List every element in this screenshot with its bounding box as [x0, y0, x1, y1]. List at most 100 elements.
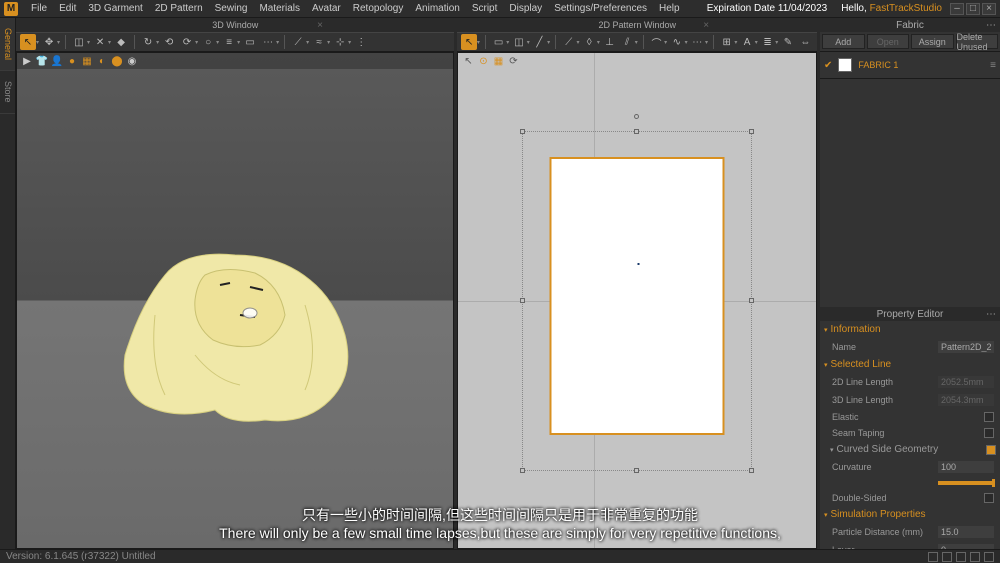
left-tabs: General Store — [0, 18, 16, 549]
tool-steam[interactable]: ≈ — [311, 34, 327, 50]
menu-animation[interactable]: Animation — [410, 1, 464, 16]
tool-tack[interactable]: ⟳ — [179, 34, 195, 50]
tool-arrange[interactable]: ↻ — [140, 34, 156, 50]
vp-bulb-icon[interactable]: ◐ — [96, 55, 108, 67]
checkbox-elastic[interactable] — [984, 412, 994, 422]
vp2d-magnet-icon[interactable]: ⊙ — [477, 55, 489, 67]
tool-measure[interactable]: ⟋ — [290, 34, 306, 50]
vp-avatar-icon[interactable]: 👕 — [36, 55, 48, 67]
status-layout-icons[interactable] — [928, 552, 994, 562]
tool-2d-topstitch[interactable]: ⋯ — [690, 34, 705, 50]
vp-reset-icon[interactable]: ● — [66, 55, 78, 67]
section-simulation[interactable]: ▾Simulation Properties — [820, 506, 1000, 523]
property-editor: ▾Information Name ▾Selected Line 2D Line… — [820, 321, 1000, 549]
tool-2d-annotate[interactable]: ✎ — [780, 34, 795, 50]
close-button[interactable]: × — [982, 3, 996, 15]
menu-2d-pattern[interactable]: 2D Pattern — [150, 1, 208, 16]
layout-icon-5[interactable] — [984, 552, 994, 562]
section-selected-line[interactable]: ▾Selected Line — [820, 356, 1000, 373]
fabric-panel-menu-icon[interactable]: ⋯ — [986, 20, 996, 31]
menu-avatar[interactable]: Avatar — [307, 1, 346, 16]
tool-fold[interactable]: ⟲ — [161, 34, 177, 50]
menu-3d-garment[interactable]: 3D Garment — [83, 1, 147, 16]
slider-curvature[interactable] — [938, 481, 994, 485]
menu-file[interactable]: File — [26, 1, 52, 16]
vp-planet-icon[interactable]: ◉ — [126, 55, 138, 67]
maximize-button[interactable]: □ — [966, 3, 980, 15]
vp-fabric-icon[interactable]: ▦ — [81, 55, 93, 67]
tool-2d-text[interactable]: A — [739, 34, 754, 50]
tool-select-move[interactable]: ↖ — [20, 34, 36, 50]
checkbox-seam-taping[interactable] — [984, 428, 994, 438]
label-2d-line: 2D Line Length — [826, 377, 938, 387]
left-tab-general[interactable]: General — [0, 18, 15, 71]
tool-2d-trace[interactable]: ⟋ — [561, 34, 576, 50]
vp-play-icon[interactable]: ▶ — [21, 55, 33, 67]
viewport-2d[interactable]: ↖ ⊙ ▦ ⟳ ✦ — [457, 52, 817, 549]
input-curvature[interactable] — [938, 461, 994, 473]
fabric-item-menu-icon[interactable]: ≡ — [990, 60, 996, 71]
fabric-open-button[interactable]: Open — [867, 34, 910, 49]
section-information[interactable]: ▾Information — [820, 321, 1000, 338]
tool-2d-select[interactable]: ↖ — [461, 34, 476, 50]
tool-2d-line[interactable]: ╱ — [532, 34, 547, 50]
menu-edit[interactable]: Edit — [54, 1, 81, 16]
tool-2d-shape[interactable]: ◫ — [511, 34, 526, 50]
tool-pin[interactable]: ◆ — [113, 34, 129, 50]
tool-2d-align[interactable]: ⊞ — [719, 34, 734, 50]
layout-icon-4[interactable] — [970, 552, 980, 562]
tool-2d-freesew[interactable]: ∿ — [669, 34, 684, 50]
tool-topstitch[interactable]: ⋯ — [260, 34, 276, 50]
menu-display[interactable]: Display — [504, 1, 547, 16]
menu-settings[interactable]: Settings/Preferences — [549, 1, 652, 16]
tool-2d-rect[interactable]: ▭ — [491, 34, 506, 50]
tab-3d-window[interactable]: 3D Window — [192, 19, 278, 31]
fabric-delete-button[interactable]: Delete Unused — [956, 34, 999, 49]
checkbox-curved-side[interactable] — [986, 445, 996, 455]
tool-zipper[interactable]: ≡ — [221, 34, 237, 50]
tool-button[interactable]: ○ — [200, 34, 216, 50]
tool-gizmo[interactable]: ✥ — [41, 34, 57, 50]
input-name[interactable] — [938, 341, 994, 353]
layout-icon-1[interactable] — [928, 552, 938, 562]
tool-add-point[interactable]: ⊹ — [332, 34, 348, 50]
checkbox-double-sided[interactable] — [984, 493, 994, 503]
tool-select-net[interactable]: ✕ — [92, 34, 108, 50]
toolbar-3d: ↖▾ ✥▾ ◫▾ ✕▾ ◆ ↻▾ ⟲ ⟳▾ ○▾ ≡▾ ▭ ⋯▾ ⟋▾ ≈▾ ⊹… — [16, 32, 454, 52]
tool-2d-dart[interactable]: ◊ — [582, 34, 597, 50]
tool-select-lasso[interactable]: ◫ — [71, 34, 87, 50]
left-tab-store[interactable]: Store — [0, 71, 15, 114]
tool-2d-seam[interactable]: ⫽ — [619, 34, 634, 50]
vp2d-sync-icon[interactable]: ↖ — [462, 55, 474, 67]
fabric-swatch — [838, 58, 852, 72]
tool-graphic[interactable]: ▭ — [242, 34, 258, 50]
tool-2d-symmetry[interactable]: ⇔ — [798, 34, 813, 50]
vp2d-grid-icon[interactable]: ▦ — [492, 55, 504, 67]
tool-2d-sew[interactable]: ⌒ — [649, 34, 664, 50]
section-curved-side[interactable]: ▾Curved Side Geometry — [820, 441, 1000, 458]
tab-2d-close-icon[interactable]: × — [703, 20, 709, 31]
input-particle-dist[interactable] — [938, 526, 994, 538]
vp2d-arrange-icon[interactable]: ⟳ — [507, 55, 519, 67]
prop-panel-menu-icon[interactable]: ⋯ — [986, 309, 996, 320]
tool-2d-notch[interactable]: ⊥ — [602, 34, 617, 50]
minimize-button[interactable]: – — [950, 3, 964, 15]
menu-help[interactable]: Help — [654, 1, 685, 16]
layout-icon-3[interactable] — [956, 552, 966, 562]
tool-more[interactable]: ⋮ — [353, 34, 369, 50]
fabric-add-button[interactable]: Add — [822, 34, 865, 49]
menu-materials[interactable]: Materials — [254, 1, 305, 16]
vp-render-icon[interactable]: ⬤ — [111, 55, 123, 67]
menu-sewing[interactable]: Sewing — [210, 1, 253, 16]
fabric-list-item[interactable]: ✔ FABRIC 1 ≡ — [820, 52, 1000, 79]
menu-retopology[interactable]: Retopology — [348, 1, 409, 16]
vp-body-icon[interactable]: 👤 — [51, 55, 63, 67]
tab-3d-close-icon[interactable]: × — [317, 20, 323, 31]
pattern-rectangle[interactable] — [550, 157, 725, 435]
fabric-assign-button[interactable]: Assign — [911, 34, 954, 49]
menu-script[interactable]: Script — [467, 1, 503, 16]
viewport-3d[interactable]: ▶ 👕 👤 ● ▦ ◐ ⬤ ◉ — [16, 52, 454, 549]
tab-2d-window[interactable]: 2D Pattern Window — [578, 19, 696, 31]
layout-icon-2[interactable] — [942, 552, 952, 562]
tool-2d-grade[interactable]: ≣ — [760, 34, 775, 50]
